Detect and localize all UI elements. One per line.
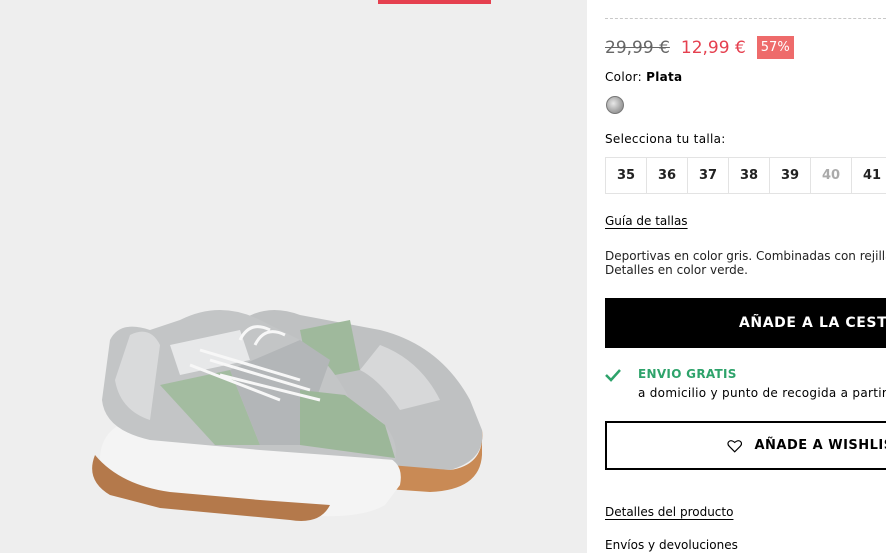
size-label: Selecciona tu talla: [605,132,726,146]
size-option-35[interactable]: 35 [605,157,647,194]
color-swatch-silver[interactable] [606,96,624,114]
size-option-41[interactable]: 41 [851,157,886,194]
free-shipping-title: ENVIO GRATIS [638,367,737,381]
heart-icon [727,439,743,453]
shipping-returns-link[interactable]: Envíos y devoluciones [605,538,738,552]
product-image-sneakers[interactable] [0,0,587,553]
old-price: 29,99 € [605,37,670,58]
product-details-link[interactable]: Detalles del producto [605,505,733,519]
discount-badge: 57% [756,36,794,59]
size-option-38[interactable]: 38 [728,157,770,194]
size-option-41-label: 41 [862,168,882,183]
size-option-39[interactable]: 39 [769,157,811,194]
size-guide-link[interactable]: Guía de tallas [605,214,688,228]
size-selector: 35 36 37 38 39 40 41 [605,157,886,194]
add-to-wishlist-button[interactable]: AÑADE A WISHLIST [605,421,886,470]
product-info-panel: 29,99 € 12,99 € 57% Color: Plata Selecci… [605,0,886,553]
product-image-gallery[interactable] [0,0,587,553]
color-label: Color: Plata [605,70,682,84]
description-line-2: Detalles en color verde. [605,263,748,277]
size-option-36[interactable]: 36 [646,157,688,194]
description-line-1: Deportivas en color gris. Combinadas con… [605,249,886,263]
color-value: Plata [646,70,683,84]
price-row: 29,99 € 12,99 € 57% [605,36,794,59]
wishlist-label: AÑADE A WISHLIST [754,438,886,453]
product-description: Deportivas en color gris. Combinadas con… [605,249,886,277]
check-icon [605,369,621,382]
free-shipping-text: a domicilio y punto de recogida a partir… [638,386,886,400]
size-option-40[interactable]: 40 [810,157,852,194]
add-to-cart-button[interactable]: AÑADE A LA CESTA [605,298,886,348]
divider [605,18,886,19]
sale-price: 12,99 € [680,37,746,58]
color-label-text: Color: [605,70,642,84]
size-option-37[interactable]: 37 [687,157,729,194]
